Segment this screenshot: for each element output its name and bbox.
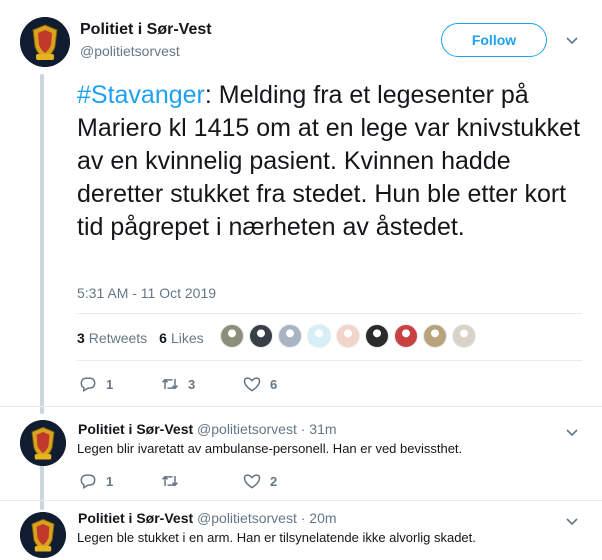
liker-avatar[interactable] — [394, 324, 418, 348]
avatar[interactable] — [20, 17, 70, 67]
reply-text: Legen blir ivaretatt av ambulanse-person… — [77, 441, 463, 456]
like-icon — [243, 377, 261, 392]
reply-age[interactable]: · 20m — [301, 510, 337, 526]
thread-connector — [40, 464, 44, 510]
retweet-action[interactable] — [160, 471, 188, 491]
like-action[interactable]: 6 — [242, 374, 277, 394]
police-crest-icon — [20, 420, 66, 466]
reply-text: Legen ble stukket i en arm. Han er tilsy… — [77, 530, 476, 545]
liker-avatar[interactable] — [336, 324, 360, 348]
author-name[interactable]: Politiet i Sør-Vest — [80, 21, 212, 39]
retweets-stat[interactable]: 3 Retweets — [77, 330, 147, 346]
hashtag-link[interactable]: #Stavanger — [77, 81, 205, 109]
reply-action[interactable]: 1 — [78, 374, 113, 394]
liker-avatar[interactable] — [220, 324, 244, 348]
chevron-down-icon[interactable] — [566, 515, 578, 529]
thread-connector — [40, 74, 44, 414]
author-name[interactable]: Politiet i Sør-Vest — [78, 510, 193, 526]
author-handle[interactable]: @politietsorvest — [197, 421, 297, 437]
police-crest-icon — [20, 17, 70, 67]
engagement-stats: 3 Retweets 6 Likes — [77, 330, 204, 346]
like-count: 2 — [270, 473, 278, 489]
author-handle[interactable]: @politietsorvest — [197, 510, 297, 526]
retweets-count: 3 — [77, 330, 85, 346]
chevron-down-icon[interactable] — [566, 34, 578, 48]
liker-avatar[interactable] — [249, 324, 273, 348]
author-handle[interactable]: @politietsorvest — [80, 43, 180, 59]
tweet-timestamp[interactable]: 5:31 AM - 11 Oct 2019 — [77, 285, 216, 301]
tweet-text: #Stavanger: Melding fra et legesenter på… — [77, 79, 587, 244]
divider — [77, 360, 582, 361]
like-icon — [243, 474, 261, 489]
reply-icon — [80, 474, 96, 489]
liker-avatar[interactable] — [452, 324, 476, 348]
liker-avatar[interactable] — [423, 324, 447, 348]
reply-icon — [80, 377, 96, 392]
divider — [77, 313, 582, 314]
retweet-action[interactable]: 3 — [160, 374, 195, 394]
reply-action[interactable]: 1 — [78, 471, 113, 491]
likes-count: 6 — [159, 330, 167, 346]
likes-label: Likes — [170, 330, 204, 346]
retweet-count: 3 — [188, 376, 196, 392]
avatar[interactable] — [20, 512, 66, 558]
liker-avatar[interactable] — [365, 324, 389, 348]
author-name[interactable]: Politiet i Sør-Vest — [78, 421, 193, 437]
liker-avatar[interactable] — [278, 324, 302, 348]
like-action[interactable]: 2 — [242, 471, 277, 491]
avatar[interactable] — [20, 420, 66, 466]
follow-button[interactable]: Follow — [441, 23, 547, 57]
likers-avatars — [220, 324, 476, 348]
reply-header: Politiet i Sør-Vest @politietsorvest · 2… — [78, 510, 337, 526]
like-count: 6 — [270, 376, 278, 392]
reply-count: 1 — [106, 376, 114, 392]
retweets-label: Retweets — [88, 330, 148, 346]
chevron-down-icon[interactable] — [566, 426, 578, 440]
divider — [0, 500, 602, 501]
likes-stat[interactable]: 6 Likes — [159, 330, 203, 346]
liker-avatar[interactable] — [307, 324, 331, 348]
reply-count: 1 — [106, 473, 114, 489]
police-crest-icon — [20, 512, 66, 558]
divider — [0, 406, 602, 407]
reply-header: Politiet i Sør-Vest @politietsorvest · 3… — [78, 421, 337, 437]
reply-age[interactable]: · 31m — [301, 421, 337, 437]
retweet-icon — [161, 378, 179, 390]
retweet-icon — [161, 475, 179, 487]
